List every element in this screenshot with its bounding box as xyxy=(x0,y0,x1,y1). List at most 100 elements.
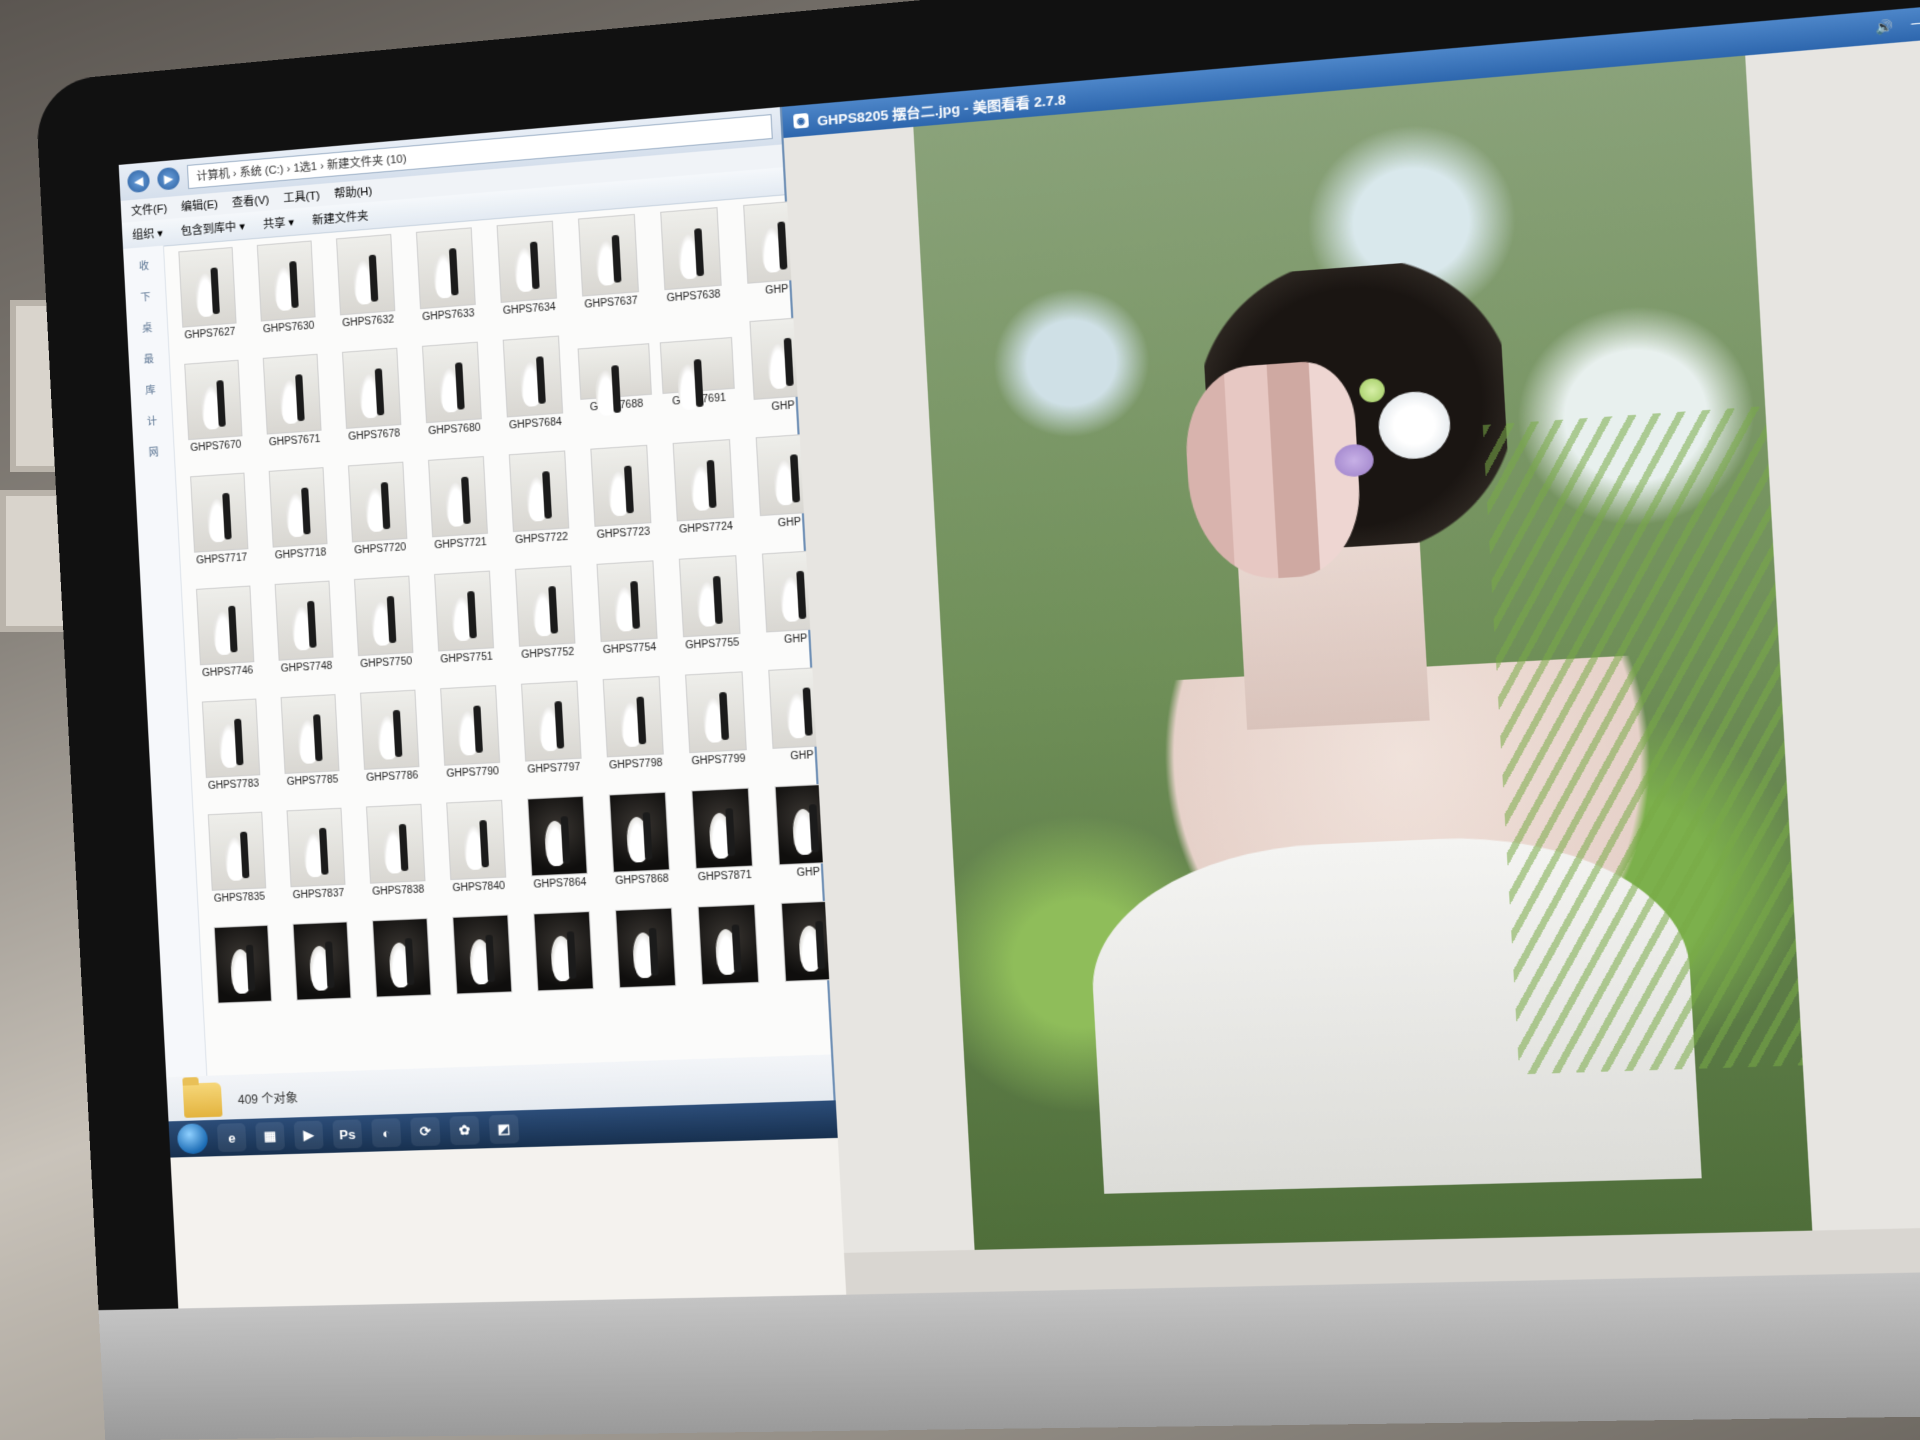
thumbnail-image xyxy=(447,801,505,879)
thumbnail-image xyxy=(699,905,759,984)
file-thumbnail[interactable]: GHPS7671 xyxy=(254,354,333,468)
start-button[interactable] xyxy=(177,1123,209,1154)
file-thumbnail[interactable]: GHPS7688 xyxy=(575,330,657,447)
thumbnail-image xyxy=(264,355,321,434)
taskbar-viewer-icon[interactable]: ◩ xyxy=(489,1114,520,1144)
taskbar-media-player-icon[interactable]: ▶ xyxy=(294,1121,324,1150)
thumbnail-filename: GHP xyxy=(765,284,789,297)
file-thumbnail[interactable]: GHPS7724 xyxy=(663,439,746,556)
file-thumbnail[interactable]: GHPS7754 xyxy=(587,561,669,677)
breadcrumb-item[interactable]: 系统 (C:) xyxy=(239,164,284,180)
file-thumbnail[interactable]: GHPS7797 xyxy=(512,681,593,796)
file-thumbnail[interactable]: GHPS7720 xyxy=(339,462,419,577)
new-folder-button[interactable]: 新建文件夹 xyxy=(312,207,369,228)
nav-item[interactable]: 库 xyxy=(145,381,156,397)
file-thumbnail[interactable] xyxy=(363,919,443,1032)
menu-tools[interactable]: 工具(T) xyxy=(283,187,320,206)
thumbnail-image xyxy=(197,587,253,665)
file-thumbnail[interactable]: GHPS7680 xyxy=(413,342,493,458)
file-thumbnail[interactable]: GHPS7785 xyxy=(271,695,350,808)
breadcrumb-item[interactable]: 计算机 xyxy=(196,168,230,183)
thumbnail-filename: GHPS7638 xyxy=(666,289,720,305)
forward-button[interactable]: ▶ xyxy=(157,167,180,191)
nav-item[interactable]: 最 xyxy=(143,350,154,366)
taskbar-explorer-icon[interactable]: ▦ xyxy=(255,1122,285,1151)
file-thumbnail[interactable]: GHPS7723 xyxy=(581,445,663,561)
nav-item[interactable]: 收 xyxy=(139,257,150,273)
back-button[interactable]: ◀ xyxy=(127,169,150,193)
file-thumbnail[interactable]: GHPS7755 xyxy=(669,556,752,672)
menu-view[interactable]: 查看(V) xyxy=(232,191,270,210)
file-thumbnail[interactable]: GHPS7752 xyxy=(506,566,587,681)
file-thumbnail[interactable]: GHPS7798 xyxy=(593,676,675,791)
file-thumbnail[interactable]: GHPS7868 xyxy=(599,792,681,907)
thumbnail-filename: GHPS7684 xyxy=(509,417,562,432)
file-thumbnail[interactable]: GHPS7638 xyxy=(651,207,733,325)
thumbnail-filename: GHPS7786 xyxy=(366,770,419,784)
file-thumbnail[interactable]: GHPS7684 xyxy=(493,336,574,452)
taskbar-ie-icon[interactable]: e xyxy=(217,1123,247,1152)
file-thumbnail[interactable]: GHPS7786 xyxy=(351,690,431,804)
taskbar-refresh-icon[interactable]: ⟳ xyxy=(410,1117,440,1146)
file-thumbnail[interactable]: GHPS7634 xyxy=(487,221,568,338)
file-thumbnail[interactable]: GHPS7632 xyxy=(327,234,406,349)
thumbnail-filename: GHPS7871 xyxy=(697,870,752,884)
file-thumbnail[interactable]: GHPS7871 xyxy=(682,788,765,904)
thumbnail-filename: GHP xyxy=(771,400,795,413)
app-icon: ◉ xyxy=(793,113,809,129)
file-thumbnail[interactable]: GHPS7750 xyxy=(345,576,425,690)
file-thumbnail[interactable]: GHPS7678 xyxy=(333,348,413,463)
file-thumbnail[interactable] xyxy=(205,925,283,1037)
menu-edit[interactable]: 编辑(E) xyxy=(181,196,219,215)
thumbnail-filename: GHP xyxy=(796,867,820,879)
file-thumbnail[interactable]: GHPS7670 xyxy=(175,360,253,474)
file-thumbnail[interactable]: GHPS7722 xyxy=(499,451,580,567)
file-thumbnail[interactable]: GHPS7835 xyxy=(199,812,277,924)
include-in-library-button[interactable]: 包含到库中 ▾ xyxy=(180,218,245,239)
file-thumbnail[interactable] xyxy=(524,912,605,1026)
nav-item[interactable]: 下 xyxy=(140,288,151,304)
file-thumbnail[interactable]: GHPS7633 xyxy=(407,228,487,344)
thumbnail-image xyxy=(215,926,271,1003)
file-thumbnail[interactable]: GHPS7721 xyxy=(419,456,499,571)
menu-help[interactable]: 帮助(H) xyxy=(334,183,373,202)
thumbnail-image xyxy=(429,457,487,536)
thumbnail-image xyxy=(203,700,259,777)
file-thumbnail[interactable]: GHPS7691 xyxy=(657,323,740,440)
file-thumbnail[interactable]: GHPS7864 xyxy=(518,796,599,910)
displayed-photo[interactable] xyxy=(913,56,1812,1250)
thumbnail-image xyxy=(276,582,333,660)
file-thumbnail[interactable] xyxy=(283,922,362,1034)
breadcrumb-item[interactable]: 1选1 xyxy=(293,161,317,175)
file-thumbnail[interactable]: GHPS7751 xyxy=(425,571,505,686)
file-thumbnail[interactable] xyxy=(606,908,688,1023)
file-thumbnail[interactable]: GHPS7717 xyxy=(181,473,259,586)
share-button[interactable]: 共享 ▾ xyxy=(263,214,295,233)
file-thumbnail[interactable] xyxy=(688,905,771,1020)
file-thumbnail[interactable]: GHPS7837 xyxy=(277,808,356,921)
organize-button[interactable]: 组织 ▾ xyxy=(132,225,163,244)
file-thumbnail[interactable]: GHPS7748 xyxy=(266,581,345,695)
file-thumbnail[interactable]: GHPS7840 xyxy=(437,800,518,914)
nav-item[interactable]: 网 xyxy=(148,443,159,459)
file-thumbnail[interactable]: GHPS7746 xyxy=(187,586,265,699)
nav-item[interactable]: 计 xyxy=(147,412,158,428)
file-thumbnail[interactable]: GHPS7838 xyxy=(357,804,437,917)
nav-item[interactable]: 桌 xyxy=(142,319,153,335)
breadcrumb-item[interactable]: 新建文件夹 (10) xyxy=(327,153,407,172)
taskbar-photoshop-icon[interactable]: Ps xyxy=(332,1119,362,1148)
menu-file[interactable]: 文件(F) xyxy=(131,200,168,219)
file-thumbnail[interactable]: GHPS7790 xyxy=(431,686,511,800)
taskbar-app-icon[interactable]: ✿ xyxy=(449,1116,480,1146)
file-thumbnail[interactable]: GHPS7799 xyxy=(676,672,759,788)
puzzle-wallpaper-link[interactable]: 一键拼图、找壁纸 › xyxy=(1910,4,1920,34)
file-thumbnail[interactable]: GHPS7783 xyxy=(193,699,271,812)
thumbnail-image xyxy=(579,344,651,399)
file-thumbnail[interactable]: GHPS7627 xyxy=(169,247,247,361)
file-thumbnail[interactable]: GHPS7630 xyxy=(248,241,327,356)
taskbar-app-icon[interactable]: ◐ xyxy=(371,1118,401,1147)
volume-icon[interactable]: 🔊 xyxy=(1875,18,1894,35)
file-thumbnail[interactable]: GHPS7637 xyxy=(569,214,651,331)
file-thumbnail[interactable] xyxy=(443,915,524,1028)
file-thumbnail[interactable]: GHPS7718 xyxy=(260,467,339,581)
